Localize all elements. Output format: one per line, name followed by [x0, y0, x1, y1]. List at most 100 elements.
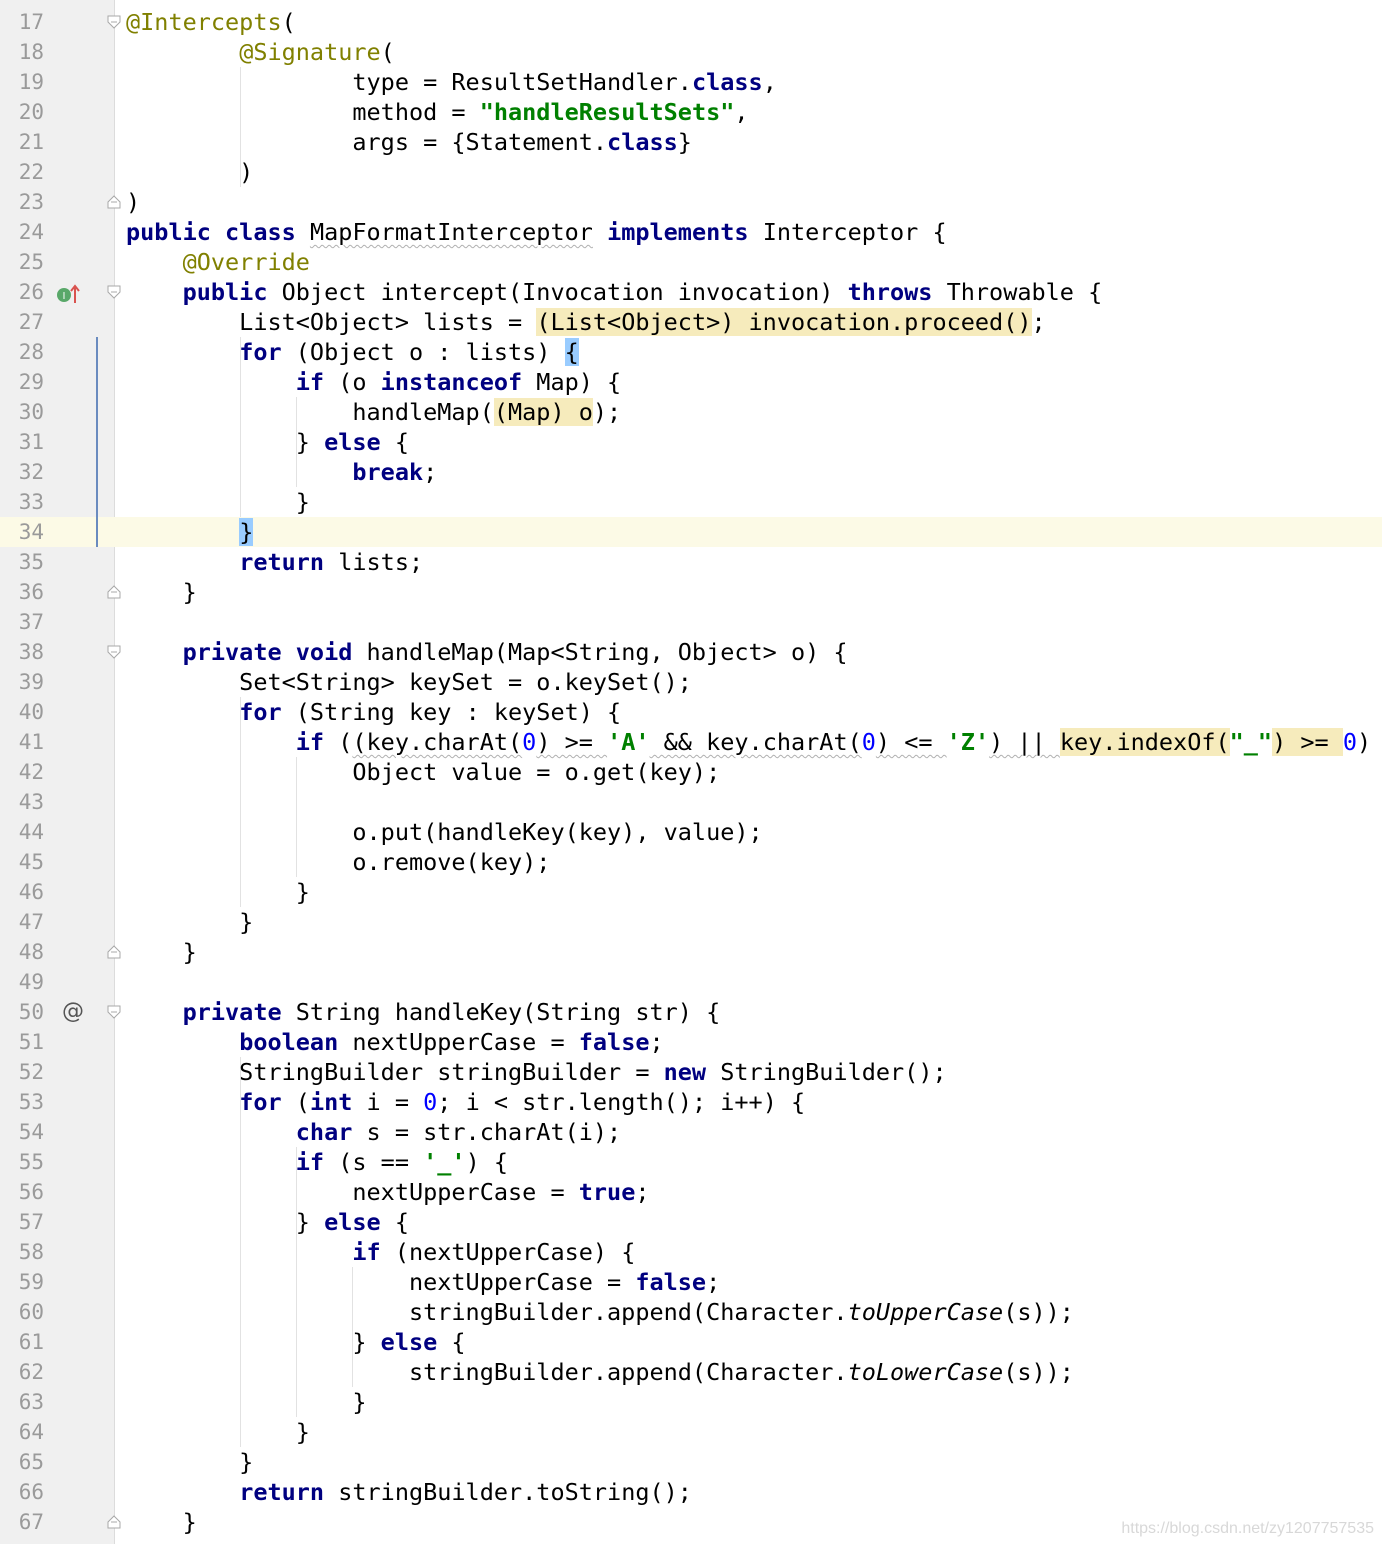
code-text[interactable]: boolean nextUpperCase = false; — [126, 1027, 663, 1057]
code-text[interactable]: } else { — [126, 1327, 465, 1357]
code-line[interactable]: 38 private void handleMap(Map<String, Ob… — [0, 637, 1382, 667]
code-line[interactable]: 45 o.remove(key); — [0, 847, 1382, 877]
fold-close-icon[interactable] — [107, 1515, 121, 1529]
code-line[interactable]: 41 if ((key.charAt(0) >= 'A' && key.char… — [0, 727, 1382, 757]
code-text[interactable]: break; — [126, 457, 437, 487]
code-line[interactable]: 62 stringBuilder.append(Character.toLowe… — [0, 1357, 1382, 1387]
code-line[interactable]: 27 List<Object> lists = (List<Object>) i… — [0, 307, 1382, 337]
code-text[interactable]: } — [126, 577, 197, 607]
code-text[interactable]: } — [126, 1417, 310, 1447]
fold-open-icon[interactable] — [107, 15, 121, 29]
code-line[interactable]: 52 StringBuilder stringBuilder = new Str… — [0, 1057, 1382, 1087]
code-line[interactable]: 20 method = "handleResultSets", — [0, 97, 1382, 127]
code-line[interactable]: 55 if (s == '_') { — [0, 1147, 1382, 1177]
code-line[interactable]: 28 for (Object o : lists) { — [0, 337, 1382, 367]
code-text[interactable]: ) — [126, 157, 253, 187]
code-line[interactable]: 46 } — [0, 877, 1382, 907]
code-text[interactable]: stringBuilder.append(Character.toLowerCa… — [126, 1357, 1074, 1387]
code-text[interactable]: stringBuilder.append(Character.toUpperCa… — [126, 1297, 1074, 1327]
code-line[interactable]: 26 public Object intercept(Invocation in… — [0, 277, 1382, 307]
code-line[interactable]: 63 } — [0, 1387, 1382, 1417]
code-text[interactable]: } — [126, 517, 254, 547]
code-text[interactable]: if (nextUpperCase) { — [126, 1237, 635, 1267]
code-line[interactable]: 34 } — [0, 517, 1382, 547]
code-text[interactable]: nextUpperCase = true; — [126, 1177, 649, 1207]
code-text[interactable]: nextUpperCase = false; — [126, 1267, 720, 1297]
code-line[interactable]: 43 — [0, 787, 1382, 817]
usage-marker-icon[interactable]: @ — [62, 997, 84, 1027]
code-text[interactable]: args = {Statement.class} — [126, 127, 692, 157]
code-text[interactable]: Object value = o.get(key); — [126, 757, 720, 787]
code-line[interactable]: 50 private String handleKey(String str) … — [0, 997, 1382, 1027]
code-line[interactable]: 22 ) — [0, 157, 1382, 187]
code-text[interactable]: @Intercepts( — [126, 7, 296, 37]
fold-open-icon[interactable] — [107, 645, 121, 659]
code-line[interactable]: 25 @Override — [0, 247, 1382, 277]
code-text[interactable]: handleMap((Map) o); — [126, 397, 621, 427]
code-text[interactable]: } else { — [126, 1207, 409, 1237]
code-text[interactable]: List<Object> lists = (List<Object>) invo… — [126, 307, 1046, 337]
code-line[interactable]: 57 } else { — [0, 1207, 1382, 1237]
code-text[interactable]: } — [126, 907, 253, 937]
code-line[interactable]: 56 nextUpperCase = true; — [0, 1177, 1382, 1207]
code-text[interactable]: o.put(handleKey(key), value); — [126, 817, 762, 847]
code-text[interactable]: } — [126, 877, 310, 907]
code-line[interactable]: 66 return stringBuilder.toString(); — [0, 1477, 1382, 1507]
code-text[interactable]: } else { — [126, 427, 409, 457]
fold-close-icon[interactable] — [107, 945, 121, 959]
code-line[interactable]: 32 break; — [0, 457, 1382, 487]
code-line[interactable]: 19 type = ResultSetHandler.class, — [0, 67, 1382, 97]
code-text[interactable]: o.remove(key); — [126, 847, 550, 877]
vcs-change-bar[interactable] — [96, 337, 98, 547]
code-line[interactable]: 17 @Intercepts( — [0, 7, 1382, 37]
code-text[interactable]: Set<String> keySet = o.keySet(); — [126, 667, 692, 697]
code-text[interactable]: if (s == '_') { — [126, 1147, 508, 1177]
code-text[interactable]: for (String key : keySet) { — [126, 697, 621, 727]
code-text[interactable]: return lists; — [126, 547, 423, 577]
code-text[interactable]: for (Object o : lists) { — [126, 337, 579, 367]
code-line[interactable]: 44 o.put(handleKey(key), value); — [0, 817, 1382, 847]
code-text[interactable]: if ((key.charAt(0) >= 'A' && key.charAt(… — [126, 727, 1382, 757]
code-line[interactable]: 65 } — [0, 1447, 1382, 1477]
fold-close-icon[interactable] — [107, 195, 121, 209]
code-line[interactable]: 61 } else { — [0, 1327, 1382, 1357]
code-line[interactable]: 40 for (String key : keySet) { — [0, 697, 1382, 727]
fold-open-icon[interactable] — [107, 285, 121, 299]
code-text[interactable]: if (o instanceof Map) { — [126, 367, 621, 397]
code-text[interactable]: } — [126, 1387, 366, 1417]
code-line[interactable]: 42 Object value = o.get(key); — [0, 757, 1382, 787]
code-line[interactable]: 29 if (o instanceof Map) { — [0, 367, 1382, 397]
code-line[interactable]: 23) — [0, 187, 1382, 217]
code-text[interactable]: for (int i = 0; i < str.length(); i++) { — [126, 1087, 805, 1117]
code-line[interactable]: 18 @Signature( — [0, 37, 1382, 67]
code-line[interactable]: 54 char s = str.charAt(i); — [0, 1117, 1382, 1147]
code-text[interactable]: private String handleKey(String str) { — [126, 997, 721, 1027]
code-text[interactable]: type = ResultSetHandler.class, — [126, 67, 776, 97]
code-text[interactable]: } — [126, 1507, 197, 1537]
code-text[interactable]: } — [126, 1447, 253, 1477]
code-text[interactable]: @Signature( — [126, 37, 395, 67]
fold-close-icon[interactable] — [107, 585, 121, 599]
code-text[interactable]: ) — [126, 187, 140, 217]
code-text[interactable]: public class MapFormatInterceptor implem… — [126, 217, 947, 247]
code-line[interactable]: 47 } — [0, 907, 1382, 937]
code-text[interactable]: private void handleMap(Map<String, Objec… — [126, 637, 848, 667]
code-line[interactable]: 33 } — [0, 487, 1382, 517]
code-line[interactable]: 24 public class MapFormatInterceptor impl… — [0, 217, 1382, 247]
code-line[interactable]: 49 — [0, 967, 1382, 997]
code-text[interactable]: @Override — [126, 247, 310, 277]
code-line[interactable]: 31 } else { — [0, 427, 1382, 457]
code-line[interactable]: 39 Set<String> keySet = o.keySet(); — [0, 667, 1382, 697]
code-line[interactable]: 60 stringBuilder.append(Character.toUppe… — [0, 1297, 1382, 1327]
code-editor[interactable]: 17 @Intercepts(18 @Signature(19 type = Re… — [0, 0, 1382, 1544]
code-line[interactable]: 64 } — [0, 1417, 1382, 1447]
code-text[interactable]: StringBuilder stringBuilder = new String… — [126, 1057, 946, 1087]
code-line[interactable]: 51 boolean nextUpperCase = false; — [0, 1027, 1382, 1057]
fold-open-icon[interactable] — [107, 1005, 121, 1019]
code-text[interactable]: method = "handleResultSets", — [126, 97, 748, 127]
code-text[interactable]: char s = str.charAt(i); — [126, 1117, 621, 1147]
code-line[interactable]: 53 for (int i = 0; i < str.length(); i++… — [0, 1087, 1382, 1117]
code-line[interactable]: 48 } — [0, 937, 1382, 967]
code-text[interactable]: } — [126, 937, 197, 967]
code-text[interactable]: } — [126, 487, 310, 517]
